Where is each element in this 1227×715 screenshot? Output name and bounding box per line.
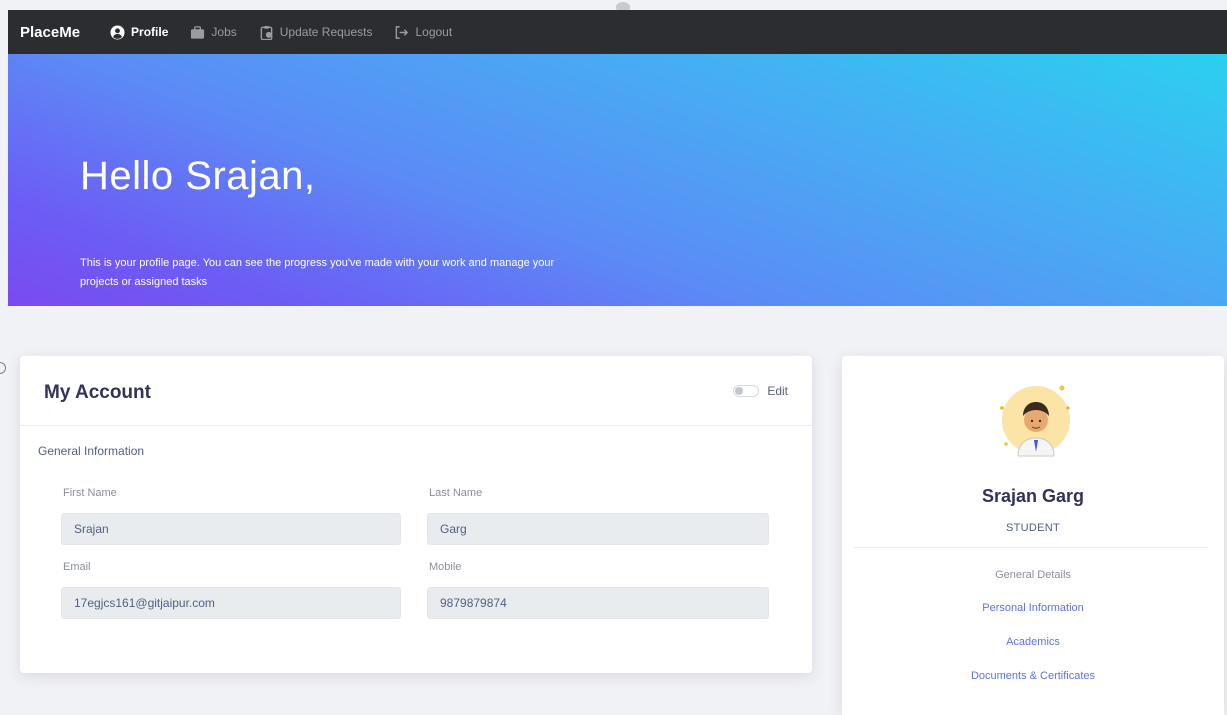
nav-item-label: Jobs: [211, 25, 237, 39]
divider: [854, 547, 1208, 548]
top-navbar: PlaceMe Profile Jobs Update Requests Log…: [8, 10, 1227, 54]
last-name-field[interactable]: Garg: [427, 513, 769, 545]
edit-label: Edit: [767, 383, 788, 398]
nav-item-label: Logout: [415, 25, 453, 39]
nav-item-label: Update Requests: [279, 25, 373, 39]
nav-item-profile[interactable]: Profile: [110, 24, 169, 40]
documents-certificates-link[interactable]: Documents & Certificates: [842, 670, 1224, 682]
nav-item-logout[interactable]: Logout: [394, 25, 452, 40]
edit-toggle[interactable]: Edit: [733, 384, 788, 398]
user-circle-icon: [110, 24, 125, 40]
brand-logo[interactable]: PlaceMe: [20, 24, 80, 41]
edit-switch[interactable]: [733, 384, 760, 397]
email-label: Email: [63, 561, 91, 573]
account-card-header: My Account Edit: [20, 356, 812, 426]
avatar: [992, 378, 1078, 458]
personal-information-link[interactable]: Personal Information: [842, 602, 1224, 614]
profile-role: STUDENT: [1005, 522, 1061, 534]
first-name-field[interactable]: Srajan: [61, 513, 401, 545]
switch-knob: [735, 386, 744, 395]
briefcase-icon: [190, 25, 205, 40]
student-avatar-icon: [1000, 385, 1070, 457]
general-details-heading: General Details: [995, 569, 1071, 581]
last-name-label: Last Name: [429, 487, 483, 499]
left-edge-artifact: [0, 362, 6, 374]
email-field[interactable]: 17egjcs161@gitjaipur.com: [61, 587, 401, 619]
first-name-label: First Name: [63, 487, 117, 499]
general-information-heading: General Information: [38, 444, 145, 458]
nav-item-update-requests[interactable]: Update Requests: [259, 25, 373, 40]
nav-item-label: Profile: [131, 25, 169, 39]
greeting-description: This is your profile page. You can see t…: [80, 257, 555, 288]
my-account-card: My Account Edit General Information Firs…: [20, 356, 812, 673]
hero-banner: Hello Srajan, This is your profile page.…: [8, 54, 1227, 306]
profile-name: Srajan Garg: [981, 486, 1085, 506]
clipboard-icon: [259, 25, 274, 40]
profile-summary-card: Srajan Garg STUDENT General Details Pers…: [842, 356, 1224, 715]
academics-link[interactable]: Academics: [842, 636, 1224, 648]
mobile-label: Mobile: [429, 561, 462, 573]
nav-item-jobs[interactable]: Jobs: [190, 25, 237, 40]
account-title: My Account: [44, 381, 151, 403]
mobile-field[interactable]: 9879879874: [427, 587, 769, 619]
logout-arrow-icon: [394, 25, 409, 40]
greeting-title: Hello Srajan,: [80, 154, 316, 198]
